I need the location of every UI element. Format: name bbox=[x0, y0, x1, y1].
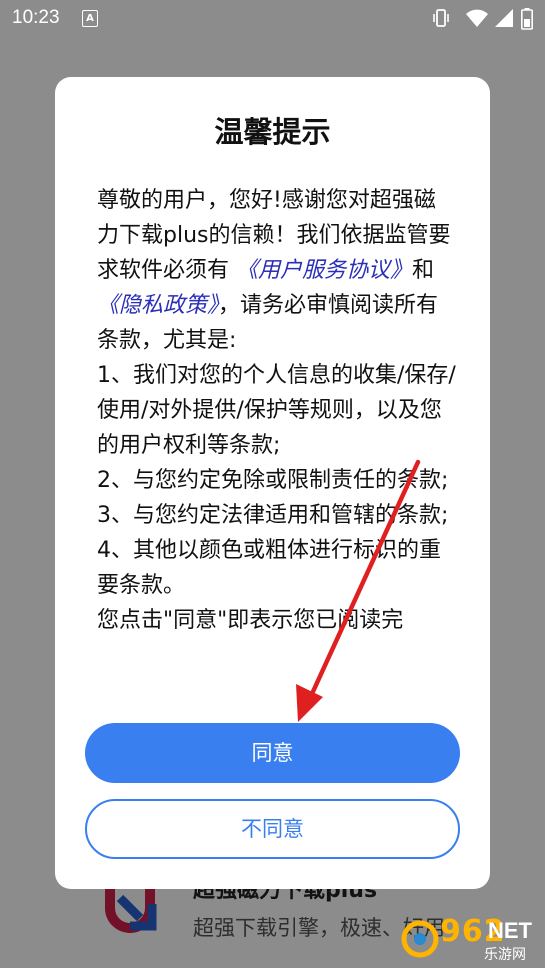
clause-item-4: 4、其他以颜色或粗体进行标识的重要条款。 bbox=[97, 538, 441, 598]
dialog-body[interactable]: 尊敬的用户，您好!感谢您对超强磁力下载plus的信赖！我们依据监管要求软件必须有… bbox=[97, 183, 457, 703]
agree-button[interactable]: 同意 bbox=[85, 723, 460, 783]
disagree-button[interactable]: 不同意 bbox=[85, 799, 460, 859]
privacy-dialog: 温馨提示 尊敬的用户，您好!感谢您对超强磁力下载plus的信赖！我们依据监管要求… bbox=[55, 77, 490, 889]
site-watermark: 962 NET 乐游网 bbox=[400, 912, 545, 968]
vibrate-icon bbox=[433, 9, 449, 27]
clause-item-3: 3、与您约定法律适用和管辖的条款; bbox=[97, 503, 449, 528]
clause-item-2: 2、与您约定免除或限制责任的条款; bbox=[97, 468, 449, 493]
signal-icon bbox=[495, 9, 513, 27]
watermark-site-name: 乐游网 bbox=[484, 947, 526, 963]
intro-and-text: 和 bbox=[412, 258, 435, 283]
intro-paragraph: 尊敬的用户，您好!感谢您对超强磁力下载plus的信赖！我们依据监管要求软件必须有… bbox=[97, 183, 457, 358]
terms-of-service-link[interactable]: 《用户服务协议》 bbox=[236, 258, 412, 283]
notification-a-icon: A bbox=[82, 10, 98, 27]
clause-item-5: 您点击"同意"即表示您已阅读完 bbox=[97, 608, 404, 633]
battery-icon bbox=[521, 8, 533, 30]
privacy-policy-link[interactable]: 《隐私政策》 bbox=[97, 293, 218, 318]
dialog-title: 温馨提示 bbox=[214, 115, 331, 149]
status-time: 10:23 bbox=[12, 7, 60, 28]
watermark-logo-icon bbox=[401, 920, 439, 958]
watermark-net: NET bbox=[488, 918, 532, 943]
wifi-icon bbox=[466, 9, 488, 27]
status-bar: 10:23 A bbox=[0, 0, 545, 36]
clause-item-1: 1、我们对您的个人信息的收集/保存/使用/对外提供/保护等规则，以及您的用户权利… bbox=[97, 363, 456, 458]
